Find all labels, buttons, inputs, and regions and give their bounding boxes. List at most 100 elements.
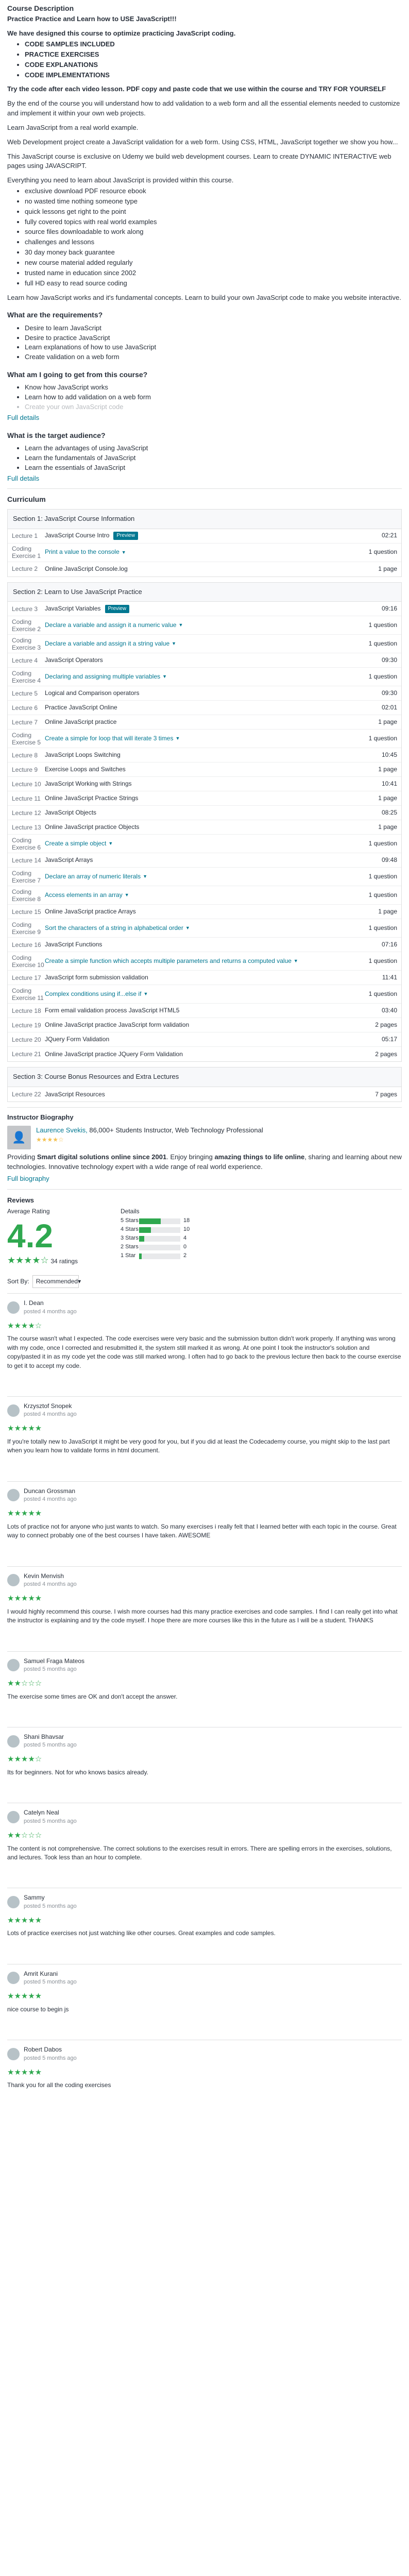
- avatar[interactable]: [7, 1489, 20, 1502]
- item-label: Lecture 16: [12, 941, 41, 948]
- lecture-row[interactable]: Lecture 14 JavaScript Arrays 09:48: [8, 853, 401, 868]
- reviewer-name[interactable]: Shani Bhavsar: [24, 1733, 77, 1741]
- reviewer-name[interactable]: I. Dean: [24, 1299, 77, 1308]
- coding-exercise-row[interactable]: Coding Exercise 3 Declare a variable and …: [8, 635, 401, 654]
- item-title[interactable]: Declare a variable and assign it a strin…: [45, 639, 340, 648]
- coding-exercise-row[interactable]: Coding Exercise 5 Create a simple for loo…: [8, 730, 401, 749]
- item-label: Lecture 5: [12, 689, 38, 697]
- lecture-row[interactable]: Lecture 19 Online JavaScript practice Jav…: [8, 1018, 401, 1033]
- avatar[interactable]: [7, 1301, 20, 1314]
- instructor-avatar[interactable]: 👤: [7, 1126, 31, 1150]
- avatar[interactable]: [7, 1574, 20, 1587]
- preview-button[interactable]: Preview: [113, 531, 138, 540]
- reviewer-name[interactable]: Robert Dabos: [24, 2045, 77, 2054]
- rating-bar-row[interactable]: 1 Star 2: [121, 1252, 402, 1260]
- chevron-down-icon[interactable]: ▼: [162, 673, 167, 680]
- chevron-down-icon[interactable]: ▼: [175, 735, 180, 742]
- chevron-down-icon[interactable]: ▼: [294, 958, 298, 964]
- section-header[interactable]: Section 2: Learn to Use JavaScript Pract…: [8, 582, 401, 602]
- lecture-row[interactable]: Lecture 10 JavaScript Working with String…: [8, 777, 401, 792]
- coding-exercise-row[interactable]: Coding Exercise 4 Declaring and assigning…: [8, 668, 401, 687]
- review-header: I. Dean posted 4 months ago: [7, 1299, 402, 1316]
- lecture-row[interactable]: Lecture 3 JavaScript Variables Preview 09:1…: [8, 602, 401, 617]
- coding-exercise-row[interactable]: Coding Exercise 9 Sort the characters of …: [8, 919, 401, 938]
- item-title[interactable]: Declare an array of numeric literals ▼: [45, 872, 340, 881]
- item-title[interactable]: Sort the characters of a string in alpha…: [45, 924, 340, 933]
- reviewer-name[interactable]: Sammy: [24, 1893, 77, 1902]
- reviewer-name[interactable]: Samuel Fraga Mateos: [24, 1657, 84, 1666]
- full-details-link[interactable]: Full details: [7, 413, 402, 423]
- rating-bar-row[interactable]: 3 Stars 4: [121, 1235, 402, 1243]
- chevron-down-icon[interactable]: ▼: [143, 873, 147, 880]
- lecture-row[interactable]: Lecture 7 Online JavaScript practice 1 pag…: [8, 715, 401, 730]
- lecture-row[interactable]: Lecture 8 JavaScript Loops Switching 10:45: [8, 748, 401, 763]
- reviewer-name[interactable]: Amrit Kurani: [24, 1970, 77, 1978]
- coding-exercise-row[interactable]: Coding Exercise 11 Complex conditions usi…: [8, 985, 401, 1004]
- reviewer-name[interactable]: Krzysztof Snopek: [24, 1402, 77, 1411]
- avatar[interactable]: [7, 1404, 20, 1417]
- chevron-down-icon[interactable]: ▼: [143, 991, 148, 997]
- chevron-down-icon[interactable]: ▼: [185, 925, 190, 931]
- lecture-row[interactable]: Lecture 2 Online JavaScript Console.log 1 …: [8, 562, 401, 577]
- curriculum-section: Section 3: Course Bonus Resources and Ex…: [7, 1067, 402, 1103]
- coding-exercise-row[interactable]: Coding Exercise 2 Declare a variable and …: [8, 616, 401, 635]
- item-title[interactable]: Create a simple function which accepts m…: [45, 957, 340, 965]
- lecture-row[interactable]: Lecture 11 Online JavaScript Practice Str…: [8, 791, 401, 806]
- avatar[interactable]: [7, 1659, 20, 1672]
- chevron-down-icon[interactable]: ▼: [178, 622, 183, 629]
- lecture-row[interactable]: Lecture 22 JavaScript Resources 7 pages: [8, 1087, 401, 1101]
- reviewer-name[interactable]: Duncan Grossman: [24, 1487, 77, 1496]
- item-title[interactable]: Declaring and assigning multiple variabl…: [45, 672, 340, 681]
- bio-row: 👤 Laurence Svekis, 86,000+ Students Inst…: [7, 1126, 402, 1150]
- instructor-name[interactable]: Laurence Svekis,: [36, 1126, 88, 1134]
- lecture-row[interactable]: Lecture 21 Online JavaScript practice JQu…: [8, 1047, 401, 1061]
- lecture-row[interactable]: Lecture 4 JavaScript Operators 09:30: [8, 653, 401, 668]
- item-title[interactable]: Declare a variable and assign it a numer…: [45, 621, 340, 630]
- full-details-link[interactable]: Full details: [7, 474, 402, 484]
- description-paragraph: Learn JavaScript from a real world examp…: [7, 123, 139, 131]
- reviewer-name[interactable]: Catelyn Neal: [24, 1808, 77, 1817]
- lecture-row[interactable]: Lecture 16 JavaScript Functions 07:16: [8, 938, 401, 953]
- chevron-down-icon[interactable]: ▼: [172, 640, 176, 647]
- lecture-row[interactable]: Lecture 9 Exercise Loops and Switches 1 pa…: [8, 762, 401, 777]
- avatar[interactable]: [7, 1896, 20, 1908]
- lecture-row[interactable]: Lecture 1 JavaScript Course Intro Preview 0…: [8, 529, 401, 544]
- avatar[interactable]: [7, 2047, 20, 2060]
- item-duration: 07:16: [381, 941, 397, 948]
- chevron-down-icon[interactable]: ▼: [125, 892, 129, 899]
- lecture-row[interactable]: Lecture 15 Online JavaScript practice Arr…: [8, 905, 401, 920]
- lecture-row[interactable]: Lecture 13 Online JavaScript practice Obj…: [8, 820, 401, 835]
- item-title[interactable]: Access elements in an array ▼: [45, 891, 340, 900]
- coding-exercise-row[interactable]: Coding Exercise 8 Access elements in an a…: [8, 886, 401, 905]
- section-header[interactable]: Section 3: Course Bonus Resources and Ex…: [8, 1067, 401, 1088]
- item-title[interactable]: Complex conditions using if...else if ▼: [45, 990, 340, 998]
- sort-select[interactable]: Recommended ▾: [32, 1275, 81, 1289]
- rating-bar-row[interactable]: 2 Stars 0: [121, 1244, 402, 1251]
- item-title[interactable]: Create a simple for loop that will itera…: [45, 734, 340, 743]
- full-biography-link[interactable]: Full biography: [7, 1174, 402, 1184]
- item-title[interactable]: Print a value to the console ▼: [45, 548, 340, 556]
- chevron-down-icon[interactable]: ▼: [122, 549, 126, 556]
- avatar[interactable]: [7, 1811, 20, 1824]
- lecture-row[interactable]: Lecture 17 JavaScript form submission val…: [8, 971, 401, 986]
- section-header[interactable]: Section 1: JavaScript Course Information: [8, 509, 401, 529]
- coding-exercise-row[interactable]: Coding Exercise 1 Print a value to the co…: [8, 544, 401, 562]
- lecture-row[interactable]: Lecture 5 Logical and Comparison operator…: [8, 686, 401, 701]
- chevron-down-icon[interactable]: ▼: [108, 840, 113, 847]
- reviewer-name[interactable]: Kevin Menvish: [24, 1572, 77, 1581]
- avatar[interactable]: [7, 1972, 20, 1985]
- lecture-row[interactable]: Lecture 18 Form email validation process …: [8, 1004, 401, 1019]
- avatar[interactable]: [7, 1735, 20, 1748]
- coding-exercise-row[interactable]: Coding Exercise 6 Create a simple object ▼…: [8, 835, 401, 854]
- coding-exercise-row[interactable]: Coding Exercise 7 Declare an array of num…: [8, 868, 401, 887]
- lecture-row[interactable]: Lecture 20 JQuery Form Validation 05:17: [8, 1032, 401, 1047]
- preview-button[interactable]: Preview: [105, 604, 130, 614]
- item-duration: 09:30: [381, 656, 397, 664]
- review-stars: ★★★★★: [7, 1992, 42, 2001]
- lecture-row[interactable]: Lecture 6 Practice JavaScript Online 02:01: [8, 701, 401, 716]
- coding-exercise-row[interactable]: Coding Exercise 10 Create a simple functi…: [8, 952, 401, 971]
- lecture-row[interactable]: Lecture 12 JavaScript Objects 08:25: [8, 806, 401, 821]
- rating-bar-row[interactable]: 5 Stars 18: [121, 1217, 402, 1225]
- rating-bar-row[interactable]: 4 Stars 10: [121, 1226, 402, 1234]
- item-title[interactable]: Create a simple object ▼: [45, 839, 340, 848]
